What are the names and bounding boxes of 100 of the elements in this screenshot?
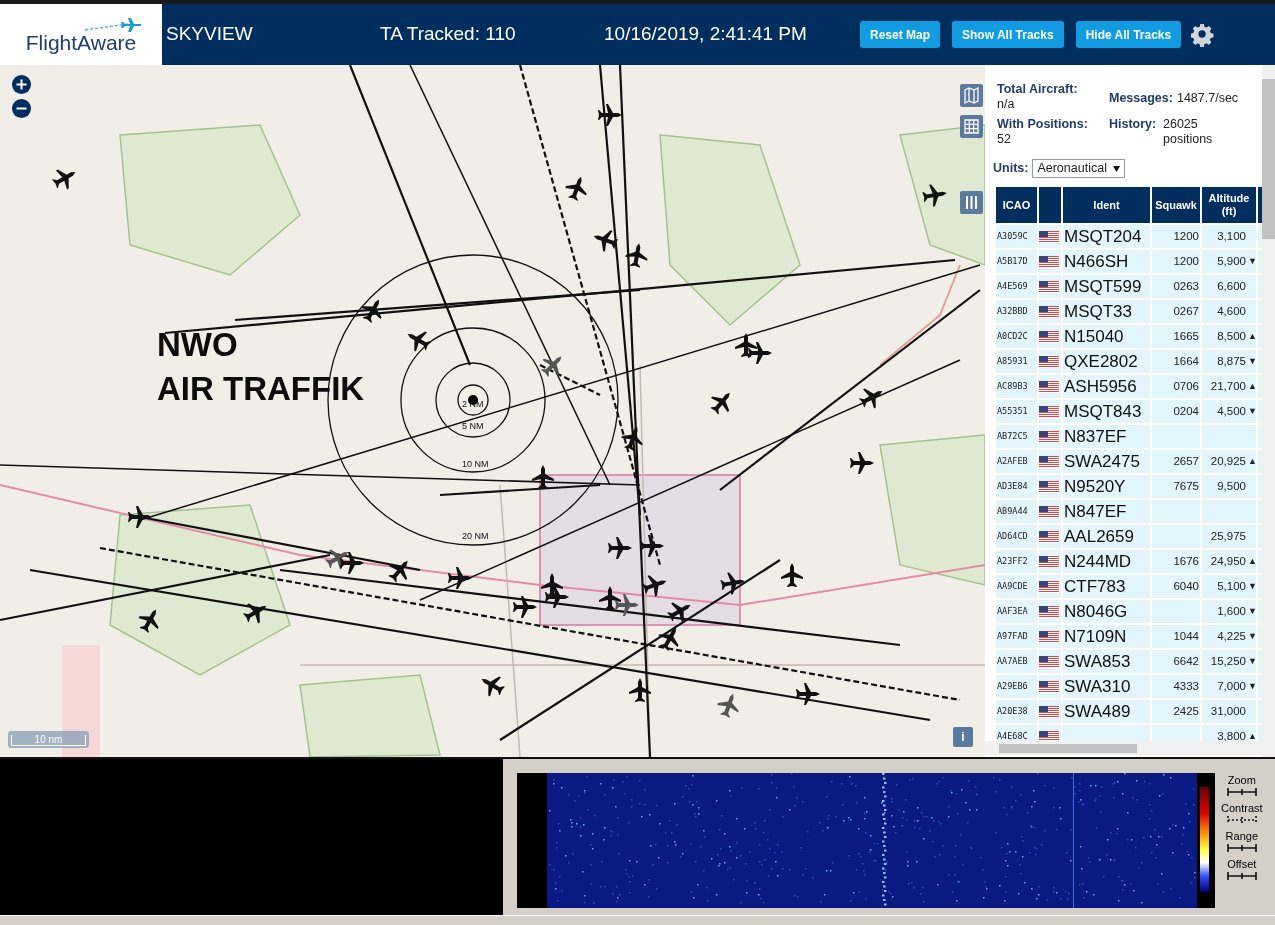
zoom-out-icon[interactable] — [12, 99, 31, 118]
units-dropdown[interactable]: Aeronautical — [1032, 159, 1125, 178]
column-header[interactable]: ICAO — [996, 187, 1037, 223]
columns-icon[interactable] — [960, 191, 983, 214]
squawk-cell: 1200 — [1152, 250, 1200, 273]
control-label: Offset — [1227, 857, 1257, 871]
squawk-cell: 1676 — [1152, 550, 1200, 573]
aircraft-icon[interactable] — [138, 609, 159, 633]
aircraft-icon[interactable] — [565, 176, 587, 201]
flag-icon — [1039, 430, 1059, 443]
squawk-cell: 1044 — [1152, 625, 1200, 648]
vertical-scrollbar[interactable] — [1262, 65, 1275, 757]
stat-value: 52 — [997, 132, 1012, 147]
aircraft-icon[interactable] — [361, 299, 382, 323]
aircraft-icon[interactable] — [448, 567, 472, 589]
squawk-cell: 0267 — [1152, 300, 1200, 323]
aircraft-icon[interactable] — [325, 549, 349, 570]
aircraft-icon[interactable] — [850, 452, 874, 474]
aircraft-icon[interactable] — [642, 575, 667, 597]
slider-icon[interactable] — [1226, 815, 1257, 825]
squawk-cell: 7675 — [1152, 475, 1200, 498]
aircraft-icon[interactable] — [922, 184, 947, 207]
aircraft-icon[interactable] — [615, 594, 639, 616]
ident-cell: N7109N — [1063, 625, 1150, 648]
icao-cell: AC89B3 — [996, 375, 1037, 398]
aircraft-icon[interactable] — [599, 586, 621, 610]
flag-icon — [1039, 605, 1059, 618]
column-header[interactable]: Altitude (ft) — [1202, 187, 1256, 223]
altitude-value: 8,875 — [1217, 353, 1246, 369]
aircraft-icon[interactable] — [407, 331, 431, 352]
aircraft-icon[interactable] — [640, 535, 664, 557]
horizontal-scrollbar[interactable] — [985, 741, 1262, 755]
slider-icon[interactable] — [1226, 843, 1257, 853]
logo[interactable]: FlightAware — [0, 4, 162, 65]
ident-cell: SWA2475 — [1063, 450, 1150, 473]
aircraft-icon[interactable] — [735, 333, 757, 357]
trend-arrow: ▼ — [1248, 629, 1256, 643]
aircraft-icon[interactable] — [710, 392, 730, 415]
grid-icon[interactable] — [960, 115, 983, 138]
flag-icon — [1039, 230, 1059, 243]
flag-icon — [1039, 530, 1059, 543]
aircraft-icon[interactable] — [388, 560, 408, 583]
squawk-cell: 0263 — [1152, 275, 1200, 298]
settings-icon[interactable] — [1191, 22, 1216, 47]
altitude-value: 4,500 — [1217, 403, 1246, 419]
ident-cell: QXE2802 — [1063, 350, 1150, 373]
aircraft-icon[interactable] — [629, 678, 651, 702]
trend-arrow: ▼ — [1248, 654, 1256, 668]
range-ring-label: 20 NM — [462, 532, 489, 541]
aircraft-icon[interactable] — [532, 465, 554, 489]
trend-arrow: ▼ — [1248, 579, 1256, 593]
trend-arrow: ▼ — [1248, 354, 1256, 368]
aircraft-icon[interactable] — [593, 230, 618, 252]
icao-cell: A85931 — [996, 350, 1037, 373]
altitude-value: 3,100 — [1217, 228, 1246, 244]
squawk-cell — [1152, 600, 1200, 623]
trend-arrow: ▲ — [1248, 454, 1256, 468]
aircraft-icon[interactable] — [796, 683, 820, 705]
icao-cell: A32BBD — [996, 300, 1037, 323]
aircraft-icon[interactable] — [513, 596, 537, 618]
aircraft-icon[interactable] — [781, 563, 803, 587]
squawk-cell: 4333 — [1152, 675, 1200, 698]
control-label: Contrast — [1221, 801, 1263, 815]
aircraft-icon[interactable] — [667, 602, 691, 623]
aircraft-icon[interactable] — [243, 603, 267, 624]
altitude-value: 21,700 — [1210, 378, 1246, 394]
aircraft-icon[interactable] — [658, 627, 679, 651]
aircraft-icon[interactable] — [481, 676, 505, 697]
aircraft-icon[interactable] — [52, 169, 76, 190]
slider-icon[interactable] — [1226, 871, 1257, 881]
icao-cell: A97FAD — [996, 625, 1037, 648]
flag-icon — [1039, 630, 1059, 643]
aircraft-icon[interactable] — [598, 104, 622, 126]
ident-cell: MSQT204 — [1063, 225, 1150, 248]
aircraft-icon[interactable] — [859, 388, 883, 409]
aircraft-icon[interactable] — [340, 552, 364, 574]
map-icon[interactable] — [960, 84, 983, 107]
trend-arrow: ▲ — [1248, 554, 1256, 568]
slider-icon[interactable] — [1226, 787, 1257, 797]
units-label: Units: — [993, 160, 1029, 178]
info-button[interactable]: i — [953, 727, 973, 747]
aircraft-icon[interactable] — [720, 572, 745, 595]
aircraft-icon[interactable] — [545, 586, 569, 608]
overlay-title: NWO — [157, 325, 239, 365]
aircraft-icon[interactable] — [621, 426, 643, 451]
aircraft-icon[interactable] — [717, 693, 739, 718]
caret-icon — [1112, 165, 1120, 172]
aircraft-icon[interactable] — [541, 356, 562, 377]
icao-cell: AB9A44 — [996, 500, 1037, 523]
aircraft-icon[interactable] — [608, 537, 632, 559]
aircraft-icon[interactable] — [625, 243, 648, 268]
zoom-in-icon[interactable] — [12, 75, 31, 94]
aircraft-icon[interactable] — [128, 506, 152, 528]
column-header[interactable]: Ident — [1063, 187, 1150, 223]
altitude-cell — [1202, 425, 1256, 448]
column-header[interactable]: Squawk — [1152, 187, 1200, 223]
altitude-value: 4,600 — [1217, 303, 1246, 319]
aircraft-icon[interactable] — [748, 342, 772, 364]
ident-cell: N466SH — [1063, 250, 1150, 273]
icao-cell: A23FF2 — [996, 550, 1037, 573]
